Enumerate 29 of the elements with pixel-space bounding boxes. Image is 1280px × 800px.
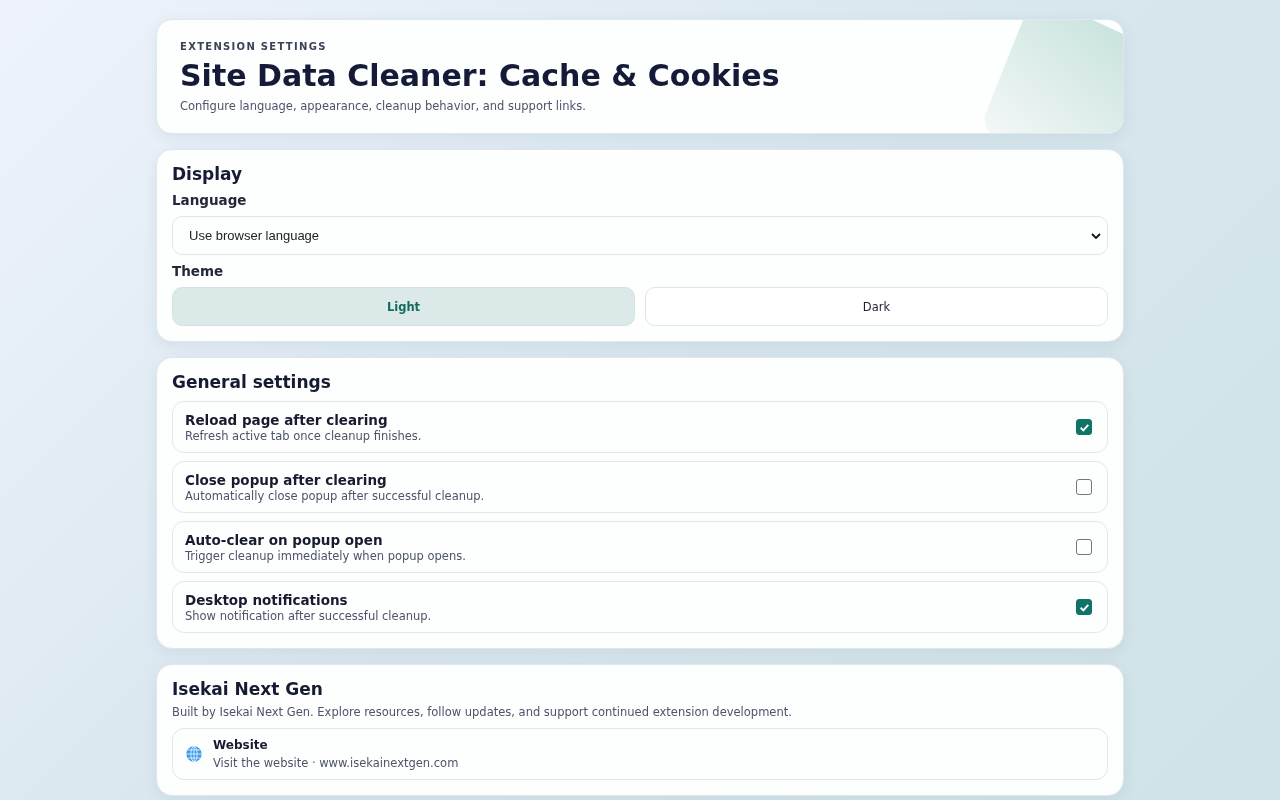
- link-row[interactable]: Website Visit the website · www.isekainextgen.com: [172, 728, 1108, 780]
- setting-title: Auto-clear on popup open: [185, 531, 384, 548]
- field-label: Language: [172, 192, 248, 208]
- setting-title: Reload page after clearing: [185, 411, 389, 428]
- checkbox[interactable]: [1076, 539, 1092, 555]
- setting-description: Trigger cleanup immediately when popup opens.: [185, 548, 466, 563]
- section-description: Built by Isekai Next Gen. Explore resources, follow updates, and support continued extension development.: [172, 705, 793, 719]
- setting-description: Refresh active tab once cleanup finishes.: [185, 428, 422, 443]
- globe-icon: [185, 745, 203, 763]
- checkbox[interactable]: [1076, 419, 1092, 435]
- setting-description: Automatically close popup after successful cleanup.: [185, 488, 485, 503]
- language-select[interactable]: Use browser language: [172, 216, 1108, 255]
- section-title: Display: [172, 164, 244, 184]
- setting-title: Desktop notifications: [185, 591, 349, 608]
- theme-option[interactable]: Dark: [645, 287, 1108, 326]
- page-title: Site Data Cleaner: Cache & Cookies: [180, 58, 781, 93]
- section-title: Isekai Next Gen: [172, 679, 324, 699]
- theme-option[interactable]: Light: [172, 287, 635, 326]
- chevron-down-icon: [1091, 232, 1101, 239]
- eyebrow-label: EXTENSION SETTINGS: [180, 41, 328, 52]
- field-label: Theme: [172, 263, 225, 279]
- link-description: Visit the website · www.isekainextgen.com: [213, 756, 459, 770]
- setting-description: Show notification after successful cleanup.: [185, 608, 432, 623]
- link-title: Website: [213, 738, 269, 752]
- setting-title: Close popup after clearing: [185, 471, 388, 488]
- section-title: General settings: [172, 372, 332, 392]
- checkbox[interactable]: [1076, 479, 1092, 495]
- page-subtitle: Configure language, appearance, cleanup behavior, and support links.: [180, 99, 587, 113]
- checkbox[interactable]: [1076, 599, 1092, 615]
